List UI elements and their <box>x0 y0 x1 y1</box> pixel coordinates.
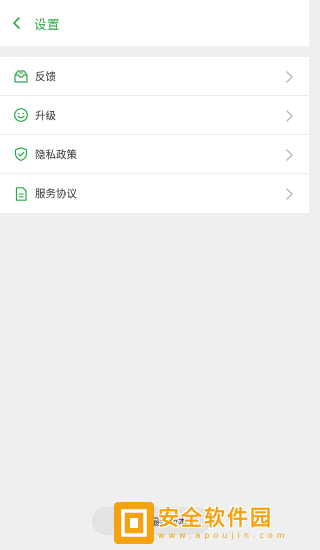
shield-check-icon <box>12 145 30 163</box>
back-button[interactable] <box>2 0 32 46</box>
smiley-upgrade-icon <box>12 106 30 124</box>
settings-item-label: 隐私政策 <box>35 148 77 161</box>
chevron-right-icon <box>286 149 293 161</box>
settings-screen: 设置 反馈 升级 隐私政策 服务协议 安全软件园 www.apoujin.com <box>0 0 309 550</box>
document-icon <box>12 185 30 203</box>
settings-item-upgrade[interactable]: 升级 <box>0 96 309 135</box>
watermark-logo-icon <box>114 502 154 544</box>
feedback-inbox-icon <box>12 67 30 85</box>
chevron-right-icon <box>286 71 293 83</box>
settings-item-feedback[interactable]: 反馈 <box>0 57 309 96</box>
header-bar: 设置 <box>0 0 309 46</box>
site-watermark: 安全软件园 www.apoujin.com <box>114 500 304 546</box>
chevron-left-icon <box>13 17 20 29</box>
watermark-main-text: 安全软件园 <box>158 506 273 530</box>
settings-item-label: 服务协议 <box>35 188 77 200</box>
settings-list: 反馈 升级 隐私政策 服务协议 <box>0 57 309 213</box>
watermark-sub-text: www.apoujin.com <box>158 531 289 540</box>
settings-item-service-agreement[interactable]: 服务协议 <box>0 174 309 213</box>
chevron-right-icon <box>286 110 293 122</box>
page-title: 设置 <box>34 16 61 32</box>
watermark-text: 安全软件园 www.apoujin.com <box>158 506 289 540</box>
settings-item-label: 升级 <box>35 109 56 122</box>
settings-item-privacy-policy[interactable]: 隐私政策 <box>0 135 309 174</box>
settings-item-label: 反馈 <box>35 70 56 83</box>
chevron-right-icon <box>286 188 293 200</box>
